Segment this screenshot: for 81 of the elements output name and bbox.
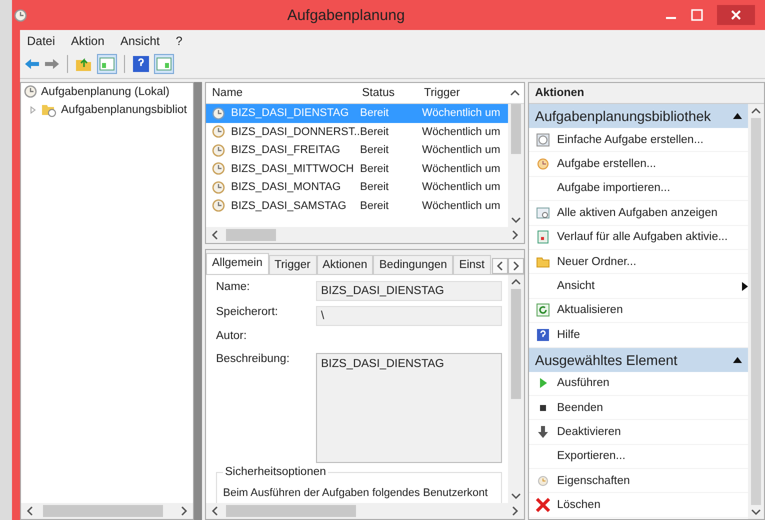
- scrollbar-thumb[interactable]: [511, 104, 521, 154]
- close-button[interactable]: [717, 5, 755, 25]
- section-header[interactable]: Aufgabenplanungsbibliothek: [529, 104, 748, 128]
- action-item[interactable]: Neuer Ordner...: [529, 250, 748, 274]
- group-title: Sicherheitsoptionen: [223, 466, 328, 478]
- refresh-icon: [536, 303, 550, 318]
- task-window-icon: [536, 206, 550, 220]
- column-header[interactable]: Status: [356, 87, 418, 99]
- task-row[interactable]: BIZS_DASI_SAMSTAG Bereit Wöchentlich um: [206, 196, 508, 215]
- action-item[interactable]: Eigenschaften: [529, 469, 748, 494]
- tab[interactable]: Bedingungen: [373, 255, 454, 274]
- action-item[interactable]: Aktualisieren: [529, 298, 748, 324]
- task-clock-icon: [212, 199, 225, 212]
- clock-icon: [24, 85, 37, 98]
- task-clock-icon: [212, 125, 225, 138]
- folder-icon: [536, 254, 550, 269]
- task-row[interactable]: BIZS_DASI_MONTAG Bereit Wöchentlich um: [206, 178, 508, 196]
- scrollbar-thumb[interactable]: [226, 505, 356, 517]
- action-item[interactable]: Ausführen: [529, 372, 748, 396]
- task-clock-icon: [212, 144, 225, 157]
- group-text: Beim Ausführen der Aufgaben folgendes Benutzerkont: [223, 486, 489, 501]
- down-arrow-icon: [536, 424, 550, 439]
- submenu-arrow-icon: [742, 282, 748, 291]
- clock-icon: [536, 474, 550, 488]
- collapse-icon: [733, 113, 742, 119]
- text-field[interactable]: BIZS_DASI_DIENSTAG: [316, 281, 502, 301]
- scrollbar-thumb[interactable]: [751, 118, 761, 505]
- action-item[interactable]: Ansicht: [529, 274, 748, 299]
- task-row[interactable]: BIZS_DASI_DONNERST...Bereit Wöchentlich um: [206, 122, 508, 141]
- column-header[interactable]: Name: [206, 87, 356, 99]
- column-header[interactable]: Trigger: [418, 87, 508, 99]
- folder-up-icon[interactable]: [75, 55, 93, 73]
- scrollbar-thumb[interactable]: [511, 289, 521, 399]
- window-title: Aufgabenplanung: [286, 6, 406, 24]
- action-item[interactable]: Beenden: [529, 396, 748, 420]
- wizard-clock-icon: [536, 132, 550, 147]
- forward-icon[interactable]: [44, 57, 60, 71]
- help-icon: [536, 328, 550, 342]
- log-icon: [536, 230, 550, 244]
- pane-title: Aktionen: [529, 83, 764, 104]
- action-item[interactable]: Deaktivieren: [529, 420, 748, 445]
- maximize-icon[interactable]: [691, 9, 703, 21]
- action-item[interactable]: Einfache Aufgabe erstellen...: [529, 128, 748, 152]
- tree-item[interactable]: Aufgabenplanungsbibliot: [21, 100, 193, 120]
- clock-icon: [536, 157, 550, 172]
- field-label: Beschreibung:: [216, 353, 291, 366]
- task-row[interactable]: BIZS_DASI_FREITAG Bereit Wöchentlich um: [206, 141, 508, 160]
- field-label: Autor:: [216, 330, 248, 342]
- action-item[interactable]: Verlauf für alle Aufgaben aktivie...: [529, 226, 748, 250]
- scroll-left-icon[interactable]: [492, 258, 508, 274]
- task-row[interactable]: BIZS_DASI_MITTWOCH Bereit Wöchentlich um: [206, 160, 508, 178]
- text-field[interactable]: \: [316, 306, 502, 326]
- action-item[interactable]: Aufgabe erstellen...: [529, 152, 748, 177]
- scroll-right-icon[interactable]: [508, 258, 524, 274]
- tab[interactable]: Allgemein: [206, 253, 268, 274]
- description-field[interactable]: BIZS_DASI_DIENSTAG: [316, 353, 502, 464]
- collapse-icon: [733, 356, 742, 363]
- menu-item[interactable]: Aktion: [70, 34, 106, 48]
- scrollbar-thumb[interactable]: [226, 229, 276, 241]
- menu-item[interactable]: Datei: [26, 34, 56, 48]
- tab[interactable]: Aktionen: [316, 255, 374, 274]
- back-icon[interactable]: [24, 57, 40, 71]
- field-label: Name:: [216, 281, 251, 293]
- menu-item[interactable]: Ansicht: [119, 34, 161, 48]
- task-clock-icon: [212, 162, 225, 176]
- tree-item[interactable]: Aufgabenplanung (Lokal): [21, 83, 193, 100]
- task-clock-icon: [212, 106, 225, 120]
- action-item[interactable]: Alle aktiven Aufgaben anzeigen: [529, 201, 748, 226]
- delete-icon: [535, 497, 551, 514]
- tab[interactable]: Trigger: [268, 255, 316, 274]
- field-label: Speicherort:: [216, 306, 280, 318]
- section-header[interactable]: Ausgewähltes Element: [529, 348, 748, 372]
- close-icon: [731, 10, 741, 20]
- help-icon[interactable]: [132, 55, 150, 73]
- menu-item[interactable]: ?: [174, 34, 184, 48]
- action-item[interactable]: Löschen: [529, 493, 748, 518]
- app-clock-icon: [14, 8, 27, 22]
- scrollbar-thumb[interactable]: [43, 505, 163, 517]
- task-clock-icon: [212, 180, 225, 194]
- folder-clock-icon: [41, 102, 57, 118]
- tab[interactable]: Einst: [453, 255, 491, 274]
